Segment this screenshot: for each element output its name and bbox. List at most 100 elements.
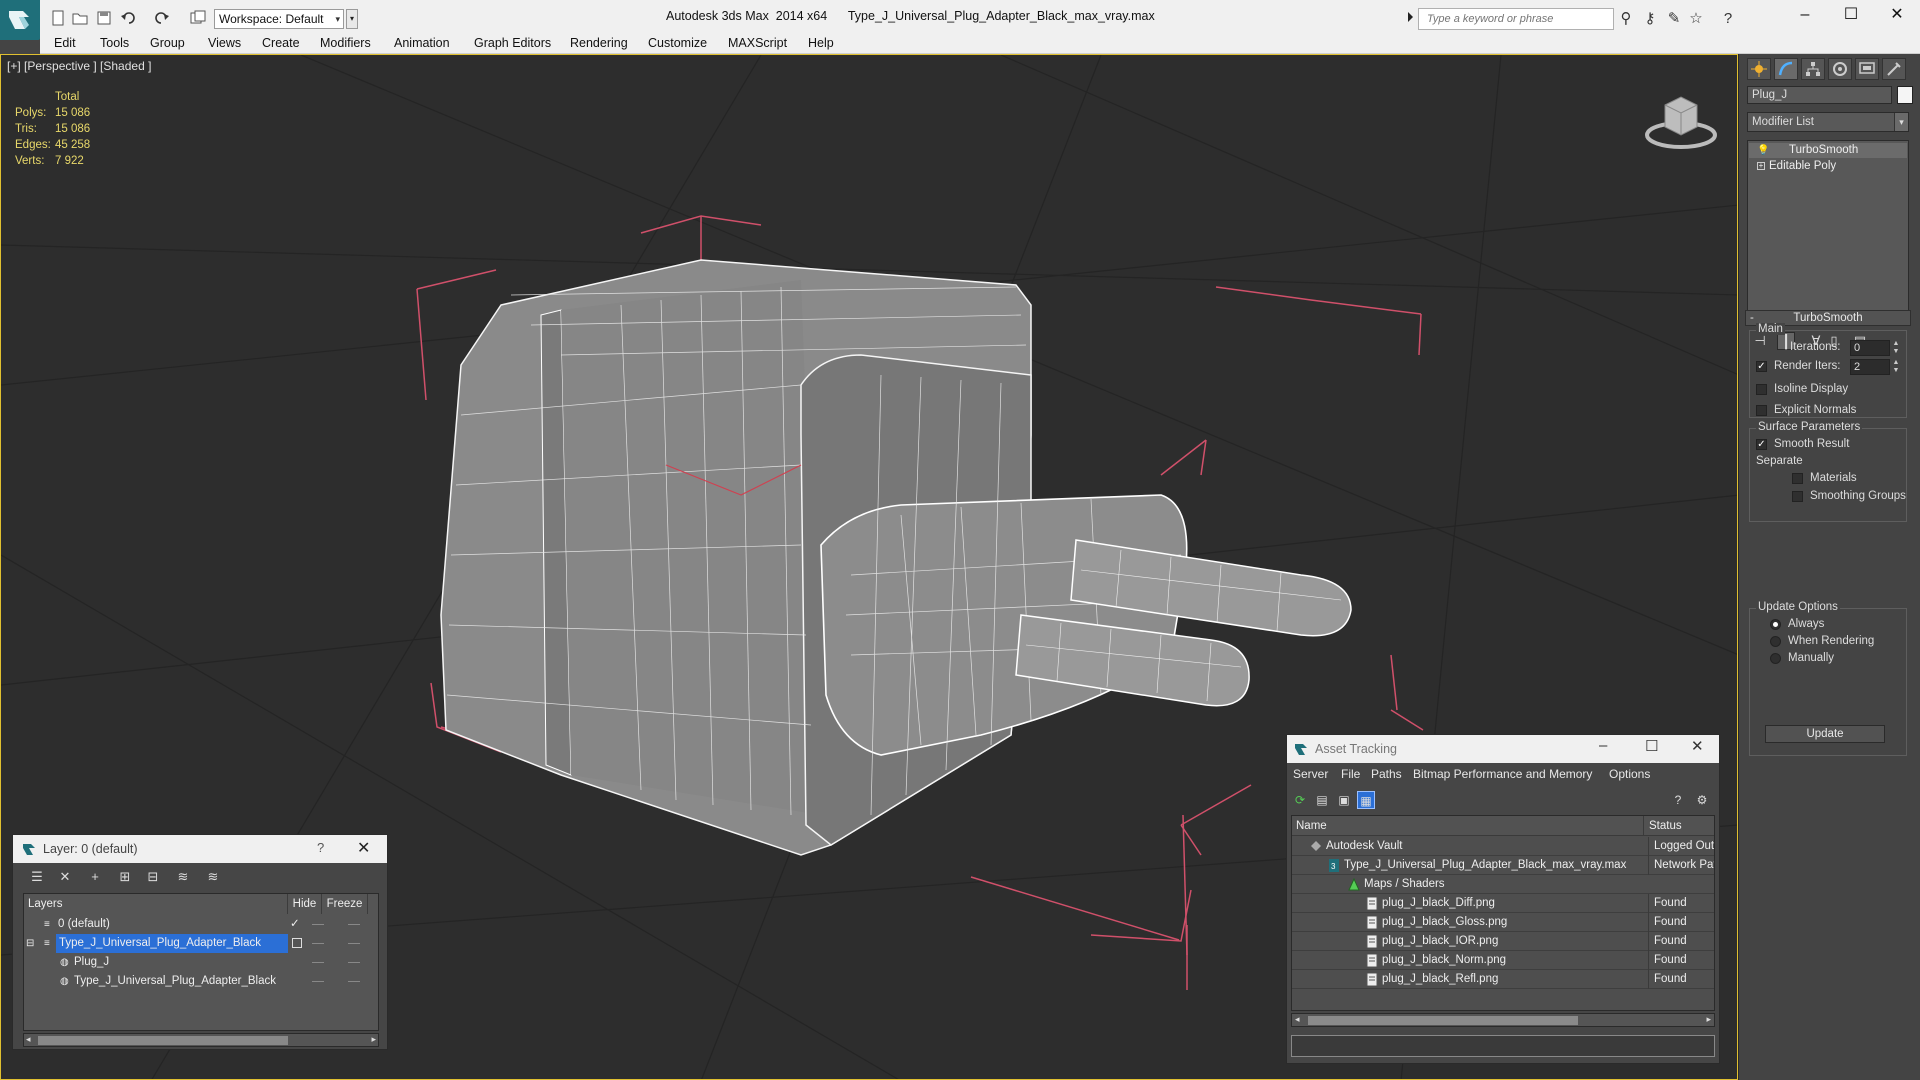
asset-row[interactable]: plug_J_black_Norm.png Found [1292, 951, 1714, 970]
delete-layer-icon[interactable]: ✕ [55, 868, 75, 886]
layer-dialog-titlebar[interactable]: Layer: 0 (default) ? ✕ [13, 835, 387, 863]
materials-checkbox[interactable] [1792, 473, 1803, 484]
communication-center-icon[interactable]: ✎ [1664, 10, 1684, 28]
expand-minus-icon[interactable]: ⊟ [26, 934, 34, 953]
spinner-arrows-icon[interactable]: ▲ ▼ [1891, 340, 1901, 356]
smoothing-groups-checkbox[interactable] [1792, 491, 1803, 502]
close-button[interactable]: ✕ [1874, 0, 1920, 30]
highlight-layer-icon[interactable]: ⊟ [143, 868, 163, 886]
viewcube-icon[interactable] [1641, 85, 1721, 155]
table-view-icon[interactable]: ▦ [1357, 791, 1375, 809]
scrollbar-thumb[interactable] [38, 1036, 288, 1045]
column-name[interactable]: Name [1292, 816, 1644, 836]
column-hide[interactable]: Hide [288, 894, 322, 914]
when-rendering-radio[interactable] [1770, 636, 1781, 647]
menu-group[interactable]: Group [150, 36, 185, 50]
maximize-icon[interactable]: ☐ [1645, 737, 1658, 755]
menu-tools[interactable]: Tools [100, 36, 129, 50]
asset-row[interactable]: plug_J_black_IOR.png Found [1292, 932, 1714, 951]
menu-graph-editors[interactable]: Graph Editors [474, 36, 551, 50]
asset-row[interactable]: plug_J_black_Diff.png Found [1292, 894, 1714, 913]
column-layers[interactable]: Layers [24, 894, 288, 914]
manually-radio[interactable] [1770, 653, 1781, 664]
create-layer-icon[interactable]: ☰ [27, 868, 47, 886]
isoline-checkbox[interactable] [1756, 384, 1767, 395]
layer-row[interactable]: ⊟ ≡ Type_J_Universal_Plug_Adapter_Black [24, 934, 378, 953]
favorites-star-icon[interactable]: ☆ [1686, 10, 1706, 28]
update-button[interactable]: Update [1765, 725, 1885, 743]
help-icon[interactable]: ? [1669, 791, 1687, 809]
add-to-layer-icon[interactable]: + [85, 868, 105, 886]
undo-icon[interactable] [120, 10, 138, 26]
search-input[interactable] [1427, 11, 1607, 27]
new-file-icon[interactable] [50, 10, 68, 26]
asset-path-field[interactable] [1291, 1035, 1715, 1057]
hide-toggle[interactable] [312, 924, 324, 925]
smooth-result-checkbox[interactable]: ✓ [1756, 439, 1767, 450]
motion-tab-icon[interactable] [1828, 58, 1852, 80]
search-box[interactable] [1418, 8, 1614, 30]
asset-menu-file[interactable]: File [1341, 767, 1360, 781]
render-iters-spinner[interactable] [1850, 359, 1890, 375]
display-tab-icon[interactable] [1855, 58, 1879, 80]
menu-modifiers[interactable]: Modifiers [320, 36, 371, 50]
column-status[interactable]: Status [1644, 816, 1714, 836]
refresh-icon[interactable]: ⟳ [1291, 791, 1309, 809]
menu-rendering[interactable]: Rendering [570, 36, 628, 50]
asset-menu-bitmap-performance[interactable]: Bitmap Performance and Memory [1413, 767, 1592, 781]
modify-tab-icon[interactable] [1774, 58, 1798, 80]
horizontal-scrollbar[interactable]: ◂ ▸ [1291, 1013, 1715, 1027]
menu-edit[interactable]: Edit [54, 36, 76, 50]
create-tab-icon[interactable] [1747, 58, 1771, 80]
help-icon[interactable]: ? [317, 840, 324, 855]
utilities-tab-icon[interactable] [1882, 58, 1906, 80]
freeze-all-layers-icon[interactable]: ≋ [203, 868, 223, 886]
binoculars-icon[interactable]: ⚲ [1616, 10, 1636, 28]
redo-icon[interactable] [154, 10, 172, 26]
menu-animation[interactable]: Animation [394, 36, 450, 50]
current-layer-check-icon[interactable]: ✓ [290, 915, 300, 934]
menu-create[interactable]: Create [262, 36, 300, 50]
freeze-toggle[interactable] [348, 962, 360, 963]
asset-dialog-titlebar[interactable]: Asset Tracking – ☐ ✕ [1287, 735, 1719, 763]
modifier-list-dropdown[interactable]: Modifier List ▾ [1747, 112, 1909, 132]
iterations-spinner[interactable] [1850, 340, 1890, 356]
layer-row[interactable]: ◍ Type_J_Universal_Plug_Adapter_Black [24, 972, 378, 991]
asset-menu-options[interactable]: Options [1609, 767, 1650, 781]
asset-menu-server[interactable]: Server [1293, 767, 1328, 781]
explicit-normals-checkbox[interactable] [1756, 405, 1767, 416]
maximize-button[interactable]: ☐ [1828, 0, 1874, 30]
hide-toggle[interactable] [312, 962, 324, 963]
scroll-right-icon[interactable]: ▸ [1706, 1014, 1711, 1025]
select-objects-in-layer-icon[interactable]: ⊞ [115, 868, 135, 886]
asset-row[interactable]: 3 Type_J_Universal_Plug_Adapter_Black_ma… [1292, 856, 1714, 875]
app-menu-button[interactable] [0, 0, 40, 40]
object-color-swatch[interactable] [1897, 86, 1913, 104]
layer-row[interactable]: ≡ 0 (default) ✓ [24, 915, 378, 934]
asset-row[interactable]: Autodesk Vault Logged Out [1292, 837, 1714, 856]
project-folder-icon[interactable] [190, 10, 208, 26]
thumbnail-view-icon[interactable]: ▣ [1335, 791, 1353, 809]
workspace-dropdown[interactable]: Workspace: Default ▾ [214, 9, 344, 29]
scroll-right-icon[interactable]: ▸ [371, 1034, 376, 1045]
minimize-icon[interactable]: – [1599, 737, 1607, 754]
render-iters-checkbox[interactable]: ✓ [1756, 361, 1767, 372]
save-icon[interactable] [96, 10, 114, 26]
menu-maxscript[interactable]: MAXScript [728, 36, 787, 50]
column-freeze[interactable]: Freeze [322, 894, 368, 914]
scroll-left-icon[interactable]: ◂ [26, 1034, 31, 1045]
hide-all-layers-icon[interactable]: ≋ [173, 868, 193, 886]
expand-plus-icon[interactable]: + [1757, 162, 1765, 170]
object-name-field[interactable] [1747, 86, 1892, 104]
scroll-left-icon[interactable]: ◂ [1295, 1014, 1300, 1025]
stack-item-turbosmooth[interactable]: 💡 TurboSmooth [1749, 143, 1907, 158]
lightbulb-icon[interactable]: 💡 [1757, 143, 1769, 158]
list-view-icon[interactable]: ▤ [1313, 791, 1331, 809]
viewport-label[interactable]: [+] [Perspective ] [Shaded ] [7, 59, 151, 73]
settings-icon[interactable]: ⚙ [1693, 791, 1711, 809]
always-radio[interactable] [1770, 619, 1781, 630]
open-folder-icon[interactable] [72, 10, 90, 26]
menu-customize[interactable]: Customize [648, 36, 707, 50]
scrollbar-thumb[interactable] [1308, 1016, 1578, 1025]
asset-row[interactable]: Maps / Shaders [1292, 875, 1714, 894]
